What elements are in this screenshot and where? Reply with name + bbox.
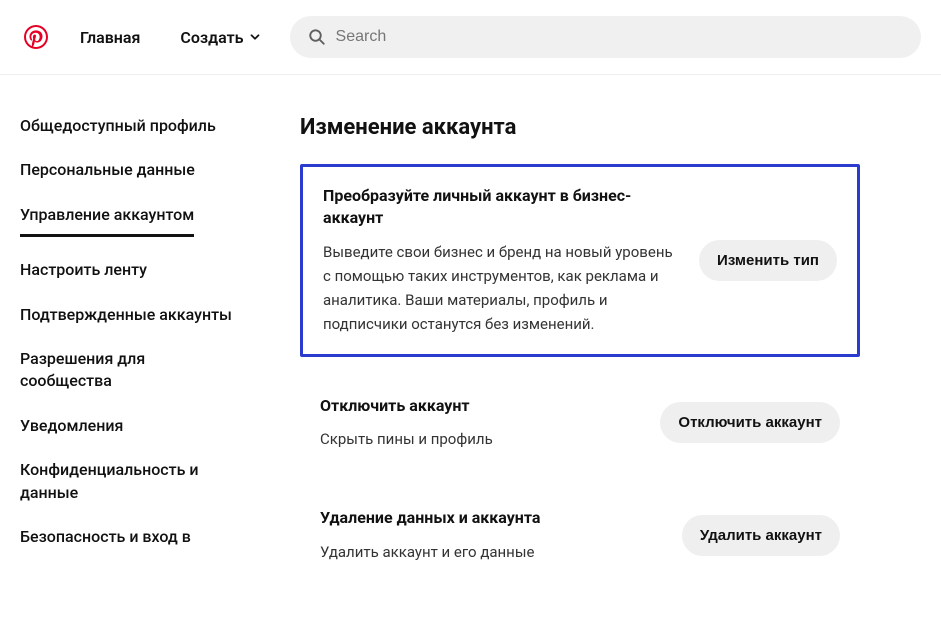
pinterest-icon bbox=[24, 25, 48, 49]
deactivate-account-section: Отключить аккаунт Скрыть пины и профиль … bbox=[300, 377, 860, 469]
search-bar[interactable] bbox=[290, 16, 921, 58]
sidebar-item-notifications[interactable]: Уведомления bbox=[20, 415, 240, 437]
search-icon bbox=[308, 28, 326, 46]
convert-button[interactable]: Изменить тип bbox=[699, 240, 837, 281]
sidebar-item-tune-feed[interactable]: Настроить ленту bbox=[20, 259, 240, 281]
delete-account-section: Удаление данных и аккаунта Удалить аккау… bbox=[300, 489, 860, 581]
delete-text: Удаление данных и аккаунта Удалить аккау… bbox=[320, 507, 662, 563]
nav-home[interactable]: Главная bbox=[68, 20, 152, 55]
main: Общедоступный профиль Персональные данны… bbox=[0, 75, 941, 642]
nav-create[interactable]: Создать bbox=[168, 20, 273, 55]
delete-button[interactable]: Удалить аккаунт bbox=[682, 515, 840, 556]
sidebar-item-personal-data[interactable]: Персональные данные bbox=[20, 159, 240, 181]
sidebar-item-security-login[interactable]: Безопасность и вход в bbox=[20, 526, 240, 548]
sidebar-item-account-management[interactable]: Управление аккаунтом bbox=[20, 204, 194, 237]
deactivate-title: Отключить аккаунт bbox=[320, 395, 640, 417]
deactivate-button[interactable]: Отключить аккаунт bbox=[660, 402, 840, 443]
sidebar-item-verified-accounts[interactable]: Подтвержденные аккаунты bbox=[20, 304, 240, 326]
sidebar: Общедоступный профиль Персональные данны… bbox=[20, 115, 240, 602]
search-input[interactable] bbox=[336, 28, 903, 46]
header: Главная Создать bbox=[0, 0, 941, 75]
delete-desc: Удалить аккаунт и его данные bbox=[320, 540, 662, 564]
nav-create-label: Создать bbox=[180, 28, 243, 47]
convert-account-section: Преобразуйте личный аккаунт в бизнес-акк… bbox=[300, 164, 860, 357]
page-title: Изменение аккаунта bbox=[300, 115, 860, 140]
sidebar-item-privacy-data[interactable]: Конфиденциальность и данные bbox=[20, 459, 240, 504]
delete-title: Удаление данных и аккаунта bbox=[320, 507, 662, 529]
deactivate-text: Отключить аккаунт Скрыть пины и профиль bbox=[320, 395, 640, 451]
pinterest-logo[interactable] bbox=[20, 21, 52, 53]
content: Изменение аккаунта Преобразуйте личный а… bbox=[300, 115, 860, 602]
convert-title: Преобразуйте личный аккаунт в бизнес-акк… bbox=[323, 185, 679, 230]
sidebar-item-public-profile[interactable]: Общедоступный профиль bbox=[20, 115, 240, 137]
chevron-down-icon bbox=[248, 30, 262, 44]
convert-desc: Выведите свои бизнес и бренд на новый ур… bbox=[323, 240, 679, 336]
sidebar-item-community-permissions[interactable]: Разрешения для сообщества bbox=[20, 348, 240, 393]
convert-text: Преобразуйте личный аккаунт в бизнес-акк… bbox=[323, 185, 679, 336]
deactivate-desc: Скрыть пины и профиль bbox=[320, 427, 640, 451]
